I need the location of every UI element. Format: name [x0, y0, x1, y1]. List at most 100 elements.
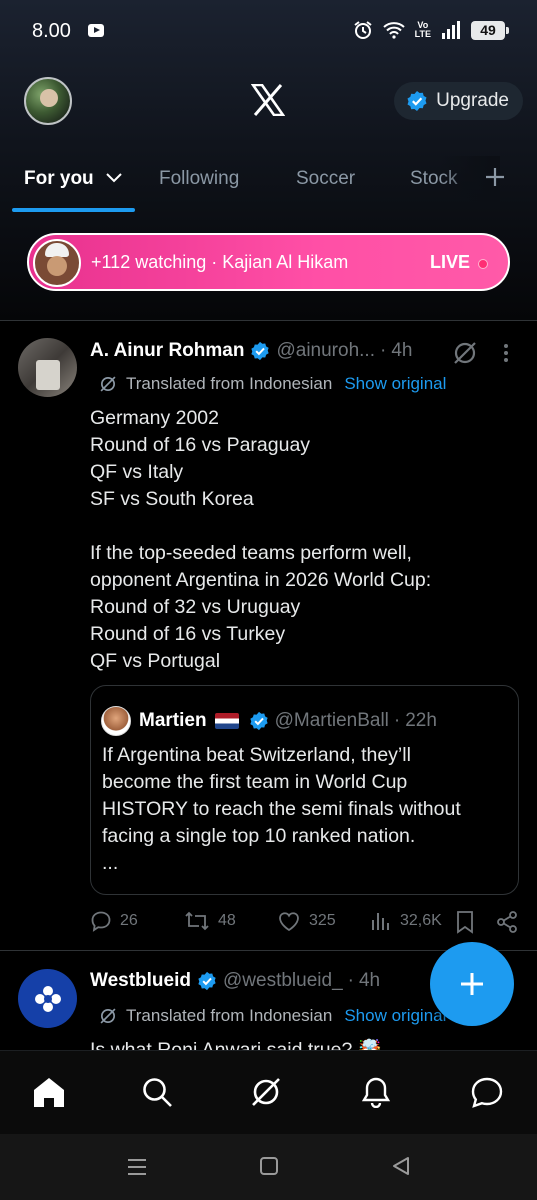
- grok-translate-icon: [100, 1008, 116, 1024]
- verified-badge-icon: [198, 971, 216, 991]
- post-text-line: Round of 16 vs Paraguay: [90, 434, 311, 456]
- repost-button[interactable]: 48: [184, 910, 236, 932]
- repost-count: 48: [218, 912, 236, 929]
- post-card[interactable]: A. Ainur Rohman @ainuroh... · 4h Transla…: [0, 322, 537, 950]
- post-text-line: Germany 2002: [90, 407, 219, 429]
- compose-post-button[interactable]: [430, 942, 514, 1026]
- quote-text-line: HISTORY to reach the semi finals without: [102, 798, 461, 820]
- post-text-line: Round of 32 vs Uruguay: [90, 596, 301, 618]
- post-text-line: QF vs Portugal: [90, 650, 221, 672]
- wifi-icon: [382, 22, 405, 39]
- author-avatar[interactable]: [18, 338, 77, 397]
- post-text-line: [90, 513, 520, 540]
- grok-translate-icon: [100, 376, 116, 392]
- media-play-icon: [88, 24, 104, 37]
- alarm-icon: [354, 21, 372, 39]
- author-name[interactable]: Westblueid: [90, 970, 191, 992]
- battery-indicator: 49: [471, 20, 509, 40]
- upgrade-label: Upgrade: [436, 90, 509, 111]
- netherlands-flag-icon: [214, 713, 239, 729]
- verified-badge-icon: [407, 91, 427, 111]
- reply-count: 26: [120, 912, 138, 929]
- plus-icon: [461, 973, 483, 995]
- like-count: 325: [309, 912, 336, 929]
- quote-text-line: become the first team in World Cup: [102, 771, 408, 793]
- heart-icon: [279, 912, 299, 932]
- chevron-down-icon: [106, 173, 122, 183]
- active-tab-indicator: [12, 208, 135, 212]
- app-header: Upgrade: [0, 70, 537, 134]
- translated-label: Translated from Indonesian: [126, 374, 333, 393]
- back-triangle-icon[interactable]: [391, 1156, 411, 1176]
- verified-badge-icon: [249, 711, 268, 731]
- live-space-banner[interactable]: +112 watching · Kajian Al Hikam LIVE: [27, 233, 510, 291]
- show-original-link[interactable]: Show original: [344, 1006, 446, 1026]
- post-text-line: QF vs Italy: [90, 461, 184, 483]
- like-button[interactable]: 325: [277, 910, 336, 932]
- repost-icon: [185, 911, 209, 931]
- volte-icon: Vo LTE: [414, 20, 431, 39]
- reply-icon: [91, 911, 111, 932]
- translation-notice: Translated from Indonesian Show original: [98, 374, 446, 394]
- recent-apps-icon[interactable]: [126, 1156, 148, 1178]
- post-actions: 26 48 325 32,6K: [90, 910, 530, 940]
- more-options-icon[interactable]: [502, 342, 510, 364]
- live-watching-text: +112 watching · Kajian Al Hikam: [91, 252, 349, 272]
- add-tab-plus-icon[interactable]: [484, 166, 506, 188]
- timeline-tabs: For you Following Soccer Stock: [0, 156, 537, 216]
- live-dot-icon: [478, 259, 488, 269]
- quote-author-avatar: [101, 706, 131, 736]
- translated-label: Translated from Indonesian: [126, 1006, 333, 1025]
- grok-icon[interactable]: [452, 340, 478, 366]
- separator-dot: ·: [379, 340, 387, 361]
- quote-author-name: Martien: [139, 710, 207, 731]
- translation-notice: Translated from Indonesian Show original: [98, 1006, 446, 1026]
- author-name[interactable]: A. Ainur Rohman: [90, 340, 244, 362]
- quote-text-line: If Argentina beat Switzerland, they’ll: [102, 744, 411, 766]
- post-text-line: SF vs South Korea: [90, 488, 254, 510]
- tab-soccer[interactable]: Soccer: [296, 168, 355, 190]
- views-button[interactable]: 32,6K: [370, 910, 442, 932]
- verified-badge-icon: [251, 341, 270, 361]
- post-time[interactable]: 4h: [359, 970, 380, 992]
- profile-avatar[interactable]: [24, 77, 72, 125]
- tab-following[interactable]: Following: [159, 168, 239, 190]
- post-time[interactable]: 4h: [391, 340, 412, 362]
- flower-logo-icon: [34, 985, 61, 1012]
- post-text-line: If the top-seeded teams perform well,: [90, 542, 412, 564]
- notifications-bell-icon[interactable]: [360, 1076, 392, 1108]
- quote-text: If Argentina beat Switzerland, they’ll b…: [102, 742, 507, 877]
- post-text: Germany 2002 Round of 16 vs Paraguay QF …: [90, 405, 520, 675]
- grok-icon[interactable]: [250, 1076, 282, 1108]
- author-avatar[interactable]: [18, 969, 77, 1028]
- status-bar: 8.00 Vo LTE 49: [0, 0, 537, 62]
- reply-button[interactable]: 26: [90, 910, 138, 932]
- bottom-navigation: [0, 1050, 537, 1134]
- post-header: A. Ainur Rohman @ainuroh... · 4h: [90, 340, 412, 362]
- post-header: Westblueid @westblueid_ · 4h: [90, 970, 380, 992]
- share-icon[interactable]: [495, 910, 519, 934]
- home-icon[interactable]: [32, 1076, 66, 1108]
- status-time: 8.00: [32, 20, 71, 42]
- separator-dot: ·: [347, 970, 354, 991]
- author-handle[interactable]: @westblueid_: [223, 970, 343, 992]
- signal-icon: [442, 21, 460, 39]
- status-icons: Vo LTE 49: [353, 20, 509, 40]
- upgrade-button[interactable]: Upgrade: [394, 82, 523, 120]
- system-navigation-bar: [0, 1134, 537, 1200]
- views-chart-icon: [372, 913, 389, 930]
- messages-chat-icon[interactable]: [470, 1076, 504, 1108]
- search-icon[interactable]: [141, 1076, 173, 1108]
- author-handle[interactable]: @ainuroh...: [276, 340, 375, 362]
- show-original-link[interactable]: Show original: [344, 374, 446, 394]
- quote-author-handle: @MartienBall: [274, 710, 389, 731]
- live-host-avatar: [33, 239, 81, 287]
- quote-text-line: ...: [102, 852, 119, 874]
- bookmark-icon[interactable]: [454, 910, 476, 934]
- tab-for-you[interactable]: For you: [24, 168, 123, 190]
- home-square-icon[interactable]: [259, 1156, 279, 1176]
- post-text: Is what Roni Anwari said true? 🤯: [90, 1039, 382, 1050]
- tab-label: For you: [24, 168, 94, 189]
- quoted-post[interactable]: Martien @MartienBall · 22h If Argentina …: [90, 685, 519, 895]
- post-text-line: Round of 16 vs Turkey: [90, 623, 286, 645]
